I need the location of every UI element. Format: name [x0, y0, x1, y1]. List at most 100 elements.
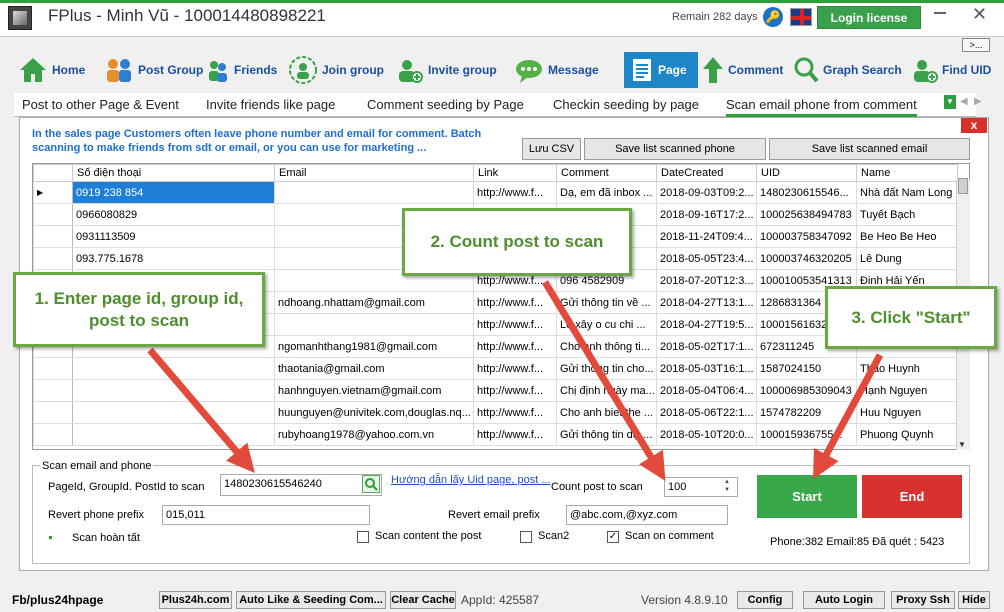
proxy-ssh-button[interactable]: Proxy Ssh	[891, 591, 955, 609]
table-cell[interactable]: ndhoang.nhattam@gmail.com	[274, 291, 474, 314]
table-cell[interactable]: Nhà đất Nam Long	[856, 181, 958, 204]
table-cell[interactable]: 2018-05-06T22:1...	[656, 401, 757, 424]
table-cell[interactable]: 2018-05-02T17:1...	[656, 335, 757, 358]
toolbar-comment[interactable]: Comment	[702, 52, 783, 88]
table-cell[interactable]: huunguyen@univitek.com,douglas.nq...	[274, 401, 474, 424]
uk-flag-icon[interactable]	[790, 8, 812, 26]
table-cell[interactable]: Gửi thông tin dự ...	[556, 423, 657, 446]
scan-content-checkbox[interactable]	[357, 531, 369, 543]
column-header[interactable]: DateCreated	[656, 164, 757, 182]
table-cell[interactable]: http://www.f...	[473, 313, 557, 336]
table-cell[interactable]	[72, 379, 275, 402]
page-id-input[interactable]: 1480230615546240	[220, 474, 382, 496]
table-cell[interactable]: 100015936755...	[756, 423, 857, 446]
table-cell[interactable]: Lo xây o cu chi ...	[556, 313, 657, 336]
row-header[interactable]	[33, 357, 73, 380]
scan2-checkbox[interactable]	[520, 531, 532, 543]
save-phone-button[interactable]: Save list scanned phone	[584, 138, 766, 160]
save-email-button[interactable]: Save list scanned email	[769, 138, 970, 160]
table-cell[interactable]: Cho anh biet the ...	[556, 401, 657, 424]
toolbar-message[interactable]: Message	[514, 52, 599, 88]
row-header[interactable]: ▶	[33, 181, 73, 204]
more-button[interactable]: >...	[962, 38, 990, 52]
scan-on-comment-checkbox[interactable]: ✓	[607, 531, 619, 543]
table-cell[interactable]	[72, 423, 275, 446]
column-header[interactable]: Link	[473, 164, 557, 182]
clear-cache-button[interactable]: Clear Cache	[390, 591, 456, 609]
minimize-icon[interactable]	[934, 12, 946, 14]
row-header[interactable]	[33, 379, 73, 402]
table-cell[interactable]: 100006985309043	[756, 379, 857, 402]
table-cell[interactable]: thaotania@gmail.com	[274, 357, 474, 380]
table-cell[interactable]: Phuong Quynh	[856, 423, 958, 446]
table-cell[interactable]: 2018-09-03T09:2...	[656, 181, 757, 204]
column-header[interactable]: UID	[756, 164, 857, 182]
table-cell[interactable]: 2018-05-03T16:1...	[656, 357, 757, 380]
table-cell[interactable]: 100003746320205	[756, 247, 857, 270]
revert-phone-input[interactable]: 015,011	[162, 505, 370, 525]
scrollbar-thumb[interactable]	[958, 178, 968, 194]
config-button[interactable]: Config	[737, 591, 793, 609]
table-cell[interactable]: 1480230615546...	[756, 181, 857, 204]
table-cell[interactable]: Tuyết Bạch	[856, 203, 958, 226]
subtab-invite-friends[interactable]: Invite friends like page	[206, 97, 335, 112]
subtab-post-to-other-page[interactable]: Post to other Page & Event	[22, 97, 179, 112]
scroll-down-icon[interactable]: ▼	[958, 440, 966, 449]
chevron-right-icon[interactable]: ▶	[974, 96, 982, 107]
table-cell[interactable]	[274, 313, 474, 336]
login-license-button[interactable]: Login license	[817, 6, 921, 29]
table-cell[interactable]	[72, 357, 275, 380]
chevron-left-icon[interactable]: ◀	[960, 96, 968, 107]
table-cell[interactable]: http://www.f...	[473, 335, 557, 358]
table-cell[interactable]: Be Heo Be Heo	[856, 225, 958, 248]
table-cell[interactable]: 100025638494783	[756, 203, 857, 226]
table-cell[interactable]: Chị định ngày ma...	[556, 379, 657, 402]
key-icon[interactable]: 🔑	[763, 7, 783, 27]
table-cell[interactable]: Dạ, em đã inbox ...	[556, 181, 657, 204]
table-cell[interactable]	[72, 401, 275, 424]
row-header[interactable]	[33, 225, 73, 248]
toolbar-find-uid[interactable]: Find UID	[910, 52, 991, 88]
table-row[interactable]: ▶ 0919 238 854 http://www.f... Dạ, em đã in…	[33, 181, 958, 204]
table-row[interactable]: thaotania@gmail.com http://www.f... Gửi th…	[33, 357, 958, 380]
auto-like-button[interactable]: Auto Like & Seeding Com...	[236, 591, 386, 609]
table-cell[interactable]: Lê Dung	[856, 247, 958, 270]
table-cell[interactable]: 2018-05-10T20:0...	[656, 423, 757, 446]
table-cell[interactable]: Hạnh Nguyen	[856, 379, 958, 402]
end-button[interactable]: End	[862, 475, 962, 518]
table-cell[interactable]: ngomanhthang1981@gmail.com	[274, 335, 474, 358]
table-cell[interactable]: http://www.f...	[473, 357, 557, 380]
column-header[interactable]: Số điện thoại	[72, 164, 275, 182]
table-cell[interactable]: 2018-04-27T13:1...	[656, 291, 757, 314]
column-header[interactable]: Comment	[556, 164, 657, 182]
footer-fb-link[interactable]: Fb/plus24hpage	[12, 593, 103, 607]
table-cell[interactable]: http://www.f...	[473, 181, 557, 204]
table-cell[interactable]: Huu Nguyen	[856, 401, 958, 424]
subtab-checkin-seeding[interactable]: Checkin seeding by page	[553, 97, 699, 112]
column-header[interactable]: Email	[274, 164, 474, 182]
toolbar-graph-search[interactable]: Graph Search	[793, 52, 902, 88]
table-cell[interactable]: 0966080829	[72, 203, 275, 226]
table-cell[interactable]: Thảo Huynh	[856, 357, 958, 380]
column-header[interactable]: Name	[856, 164, 958, 182]
subtab-comment-seeding[interactable]: Comment seeding by Page	[367, 97, 524, 112]
toolbar-join-group[interactable]: Join group	[288, 52, 384, 88]
table-cell[interactable]: 2018-09-16T17:2...	[656, 203, 757, 226]
table-cell[interactable]: 2018-11-24T09:4...	[656, 225, 757, 248]
toolbar-post-group[interactable]: Post Group	[104, 52, 203, 88]
table-cell[interactable]: 2018-07-20T12:3...	[656, 269, 757, 292]
hide-button[interactable]: Hide	[958, 591, 990, 609]
toolbar-home[interactable]: Home	[18, 52, 85, 88]
toolbar-invite-group[interactable]: Invite group	[394, 52, 497, 88]
toolbar-friends[interactable]: Friends	[206, 52, 277, 88]
auto-login-button[interactable]: Auto Login	[803, 591, 885, 609]
table-cell[interactable]: 2018-04-27T19:5...	[656, 313, 757, 336]
table-row[interactable]: rubyhoang1978@yahoo.com.vn http://www.f..…	[33, 423, 958, 446]
table-row[interactable]: huunguyen@univitek.com,douglas.nq... http…	[33, 401, 958, 424]
table-cell[interactable]: hanhnguyen.vietnam@gmail.com	[274, 379, 474, 402]
table-cell[interactable]: rubyhoang1978@yahoo.com.vn	[274, 423, 474, 446]
close-panel-button[interactable]: x	[961, 118, 987, 133]
stepper-arrows-icon[interactable]: ▲ ▼	[724, 478, 730, 494]
search-icon[interactable]	[362, 475, 380, 493]
chevron-down-icon[interactable]: ▼	[944, 95, 956, 109]
